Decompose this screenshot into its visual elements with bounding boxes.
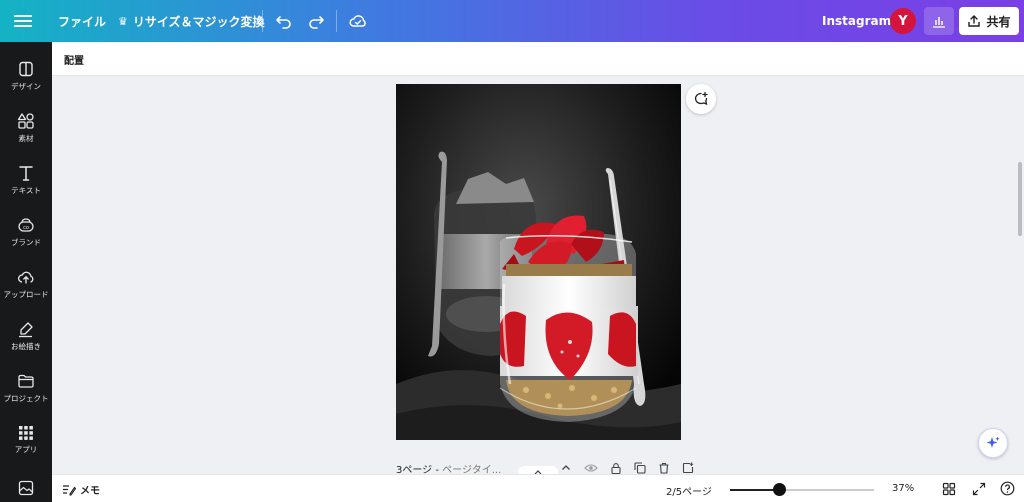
svg-text:co: co	[23, 225, 29, 231]
vertical-scrollbar[interactable]	[1018, 162, 1022, 236]
insights-button[interactable]	[924, 7, 954, 35]
sidebar-item-image[interactable]	[0, 470, 52, 502]
upload-icon	[968, 15, 981, 27]
sidebar-item-projects[interactable]: プロジェクト	[0, 362, 52, 414]
sidebar-item-label: アップロード	[3, 290, 49, 299]
sidebar-item-brand[interactable]: co ブランド	[0, 206, 52, 258]
draw-icon	[19, 322, 33, 338]
page-tools	[560, 459, 694, 474]
fullscreen-icon[interactable]	[972, 481, 986, 500]
zoom-slider-handle[interactable]	[772, 483, 786, 496]
page-title[interactable]: 3ページ - ページタイ...	[396, 461, 501, 474]
brand-icon: co	[18, 218, 34, 232]
parfait-photo[interactable]	[396, 84, 681, 440]
redo-icon[interactable]	[306, 11, 326, 35]
page-number-label: 3ページ -	[396, 465, 443, 474]
design-icon	[19, 61, 33, 77]
sidebar-item-elements[interactable]: 素材	[0, 102, 52, 154]
upload-icon	[18, 271, 34, 284]
notes-icon	[63, 484, 76, 496]
top-bar: ファイル ♛ リサイズ＆マジック変換 Instagram Y 共有	[0, 0, 1024, 42]
sidebar-item-label: プロジェクト	[3, 394, 49, 403]
page-title-placeholder: ページタイ...	[442, 465, 502, 474]
magic-assistant-button[interactable]	[978, 428, 1008, 458]
sidebar-item-text[interactable]: テキスト	[0, 154, 52, 206]
eye-icon[interactable]	[584, 459, 598, 474]
image-icon	[18, 480, 34, 496]
duplicate-icon[interactable]	[634, 459, 646, 474]
crown-icon: ♛	[118, 14, 128, 28]
sidebar-item-label: ブランド	[11, 238, 41, 247]
canvas-area: 3ページ - ページタイ...	[52, 76, 1024, 474]
sidebar-item-label: テキスト	[11, 186, 41, 195]
grid-view-icon[interactable]	[942, 481, 956, 500]
resize-menu-label: リサイズ＆マジック変換	[132, 14, 265, 29]
notes-label: メモ	[80, 486, 100, 497]
avatar[interactable]: Y	[890, 8, 916, 34]
elements-icon	[17, 113, 34, 129]
sidebar-item-design[interactable]: デザイン	[0, 50, 52, 102]
sidebar: デザイン 素材 テキスト co ブランド アップロード お絵描き プロジェクト …	[0, 42, 52, 502]
sidebar-item-label: デザイン	[11, 82, 41, 91]
sidebar-item-label: 素材	[18, 134, 34, 143]
zoom-slider[interactable]	[730, 483, 874, 496]
undo-icon[interactable]	[274, 11, 294, 35]
sidebar-item-upload[interactable]: アップロード	[0, 258, 52, 310]
show-pages-button[interactable]	[518, 466, 558, 474]
apps-icon	[19, 426, 33, 440]
chevron-up-icon[interactable]	[560, 459, 572, 474]
divider	[262, 10, 263, 32]
comment-add-icon	[694, 91, 708, 106]
design-page[interactable]	[396, 84, 681, 440]
sidebar-item-apps[interactable]: アプリ	[0, 414, 52, 466]
add-comment-button[interactable]	[686, 84, 716, 114]
notes-button[interactable]: メモ	[62, 482, 100, 497]
context-toolbar: 配置	[52, 42, 1024, 76]
sparkle-icon	[986, 436, 1000, 448]
resize-menu-button[interactable]: ♛ リサイズ＆マジック変換	[118, 0, 265, 42]
share-button[interactable]: 共有	[959, 7, 1019, 35]
help-icon[interactable]	[1000, 481, 1015, 500]
lock-icon[interactable]	[610, 459, 622, 474]
cloud-save-icon[interactable]	[348, 11, 368, 35]
sidebar-item-label: お絵描き	[11, 342, 41, 351]
trash-icon[interactable]	[658, 459, 670, 474]
zoom-slider-fill	[730, 489, 779, 491]
sidebar-item-label: アプリ	[14, 445, 38, 454]
share-label: 共有	[986, 14, 1011, 29]
bar-chart-icon	[933, 17, 945, 28]
add-page-icon[interactable]	[682, 459, 694, 474]
folder-icon	[18, 374, 34, 388]
file-menu-button[interactable]: ファイル	[58, 0, 106, 42]
position-button[interactable]: 配置	[64, 52, 84, 67]
design-name[interactable]: Instagram	[822, 0, 891, 42]
divider	[336, 10, 337, 32]
bottom-bar: メモ 2/5ページ 37%	[52, 474, 1024, 502]
text-icon	[19, 166, 33, 181]
sidebar-item-draw[interactable]: お絵描き	[0, 310, 52, 362]
hamburger-icon[interactable]	[14, 12, 32, 30]
zoom-value[interactable]: 37%	[892, 483, 914, 494]
page-indicator[interactable]: 2/5ページ	[666, 483, 712, 498]
